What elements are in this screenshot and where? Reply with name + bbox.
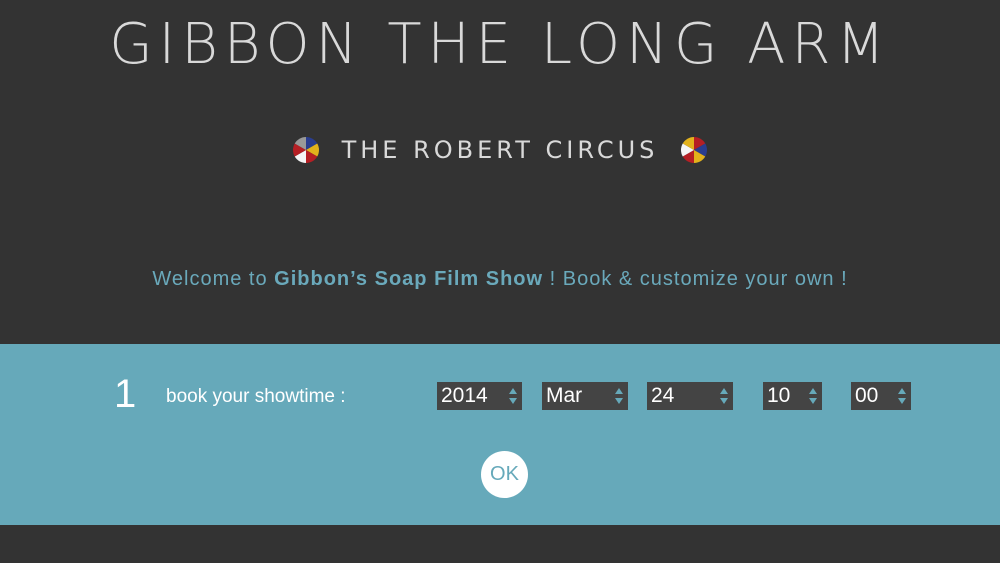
chevron-up-down-icon	[615, 388, 623, 404]
chevron-up-down-icon	[509, 388, 517, 404]
month-select[interactable]: Mar	[542, 382, 628, 410]
step-number: 1	[114, 372, 137, 416]
day-value: 24	[651, 384, 675, 407]
welcome-suffix: ! Book & customize your own !	[543, 268, 848, 290]
page-title: GIBBON THE LONG ARM	[109, 12, 891, 77]
welcome-prefix: Welcome to	[152, 268, 275, 290]
chevron-up-down-icon	[898, 388, 906, 404]
day-select[interactable]: 24	[647, 382, 733, 410]
ok-button[interactable]: OK	[481, 451, 528, 498]
hour-select[interactable]: 10	[763, 382, 822, 410]
show-name: Gibbon’s Soap Film Show	[274, 268, 544, 290]
step-label: book your showtime :	[166, 386, 346, 407]
welcome-message: Welcome to Gibbon’s Soap Film Show ! Boo…	[0, 268, 1000, 291]
month-value: Mar	[546, 384, 583, 407]
year-select[interactable]: 2014	[437, 382, 522, 410]
booking-panel: 1 book your showtime : 2014 Mar 24 10 00…	[0, 344, 1000, 525]
year-value: 2014	[441, 384, 488, 407]
subtitle: THE ROBERT CIRCUS	[341, 136, 659, 164]
minute-select[interactable]: 00	[851, 382, 911, 410]
hour-value: 10	[767, 384, 791, 407]
chevron-up-down-icon	[720, 388, 728, 404]
pinwheel-icon	[292, 137, 319, 163]
subtitle-row: THE ROBERT CIRCUS	[0, 136, 1000, 164]
chevron-up-down-icon	[809, 388, 817, 404]
pinwheel-icon	[681, 137, 708, 163]
minute-value: 00	[855, 384, 879, 407]
